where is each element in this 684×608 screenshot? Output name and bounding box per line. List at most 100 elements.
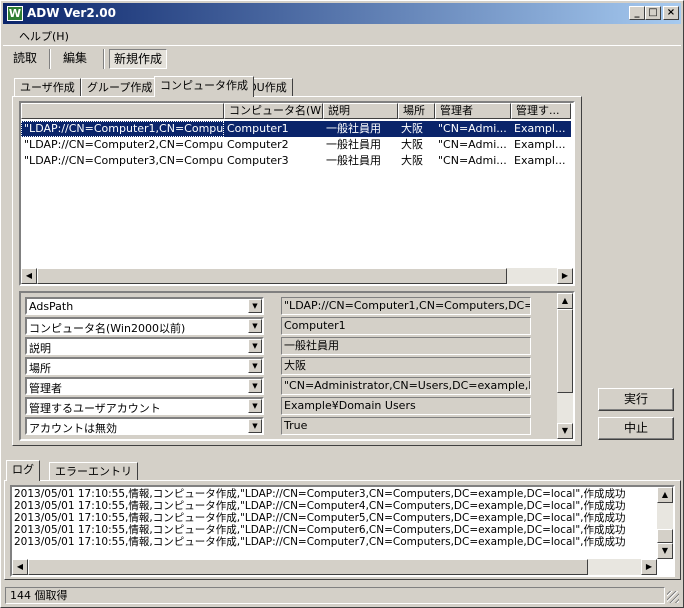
toolbar: 読取 編集 新規作成 xyxy=(3,45,681,71)
list-horizontal-scrollbar[interactable]: ◀ ▶ xyxy=(21,268,573,284)
column-header-description[interactable]: 説明 xyxy=(323,103,398,119)
log-panel: 2013/05/01 17:10:55,情報,コンピュータ作成,"LDAP://… xyxy=(4,480,681,580)
table-row[interactable]: "LDAP://CN=Computer3,CN=Compu... Compute… xyxy=(21,153,571,169)
column-header-managed-by[interactable]: 管理す... xyxy=(511,103,571,119)
field-select[interactable]: コンピュータ名(Win2000以前) ▼ xyxy=(25,317,264,335)
property-editor: AdsPath ▼ "LDAP://CN=Computer1,CN=Comput… xyxy=(19,291,575,441)
stop-button[interactable]: 中止 xyxy=(598,417,674,440)
edit-button[interactable]: 編集 xyxy=(59,49,91,69)
log-line: 2013/05/01 17:10:55,情報,コンピュータ作成,"LDAP://… xyxy=(14,512,626,524)
cell-location: 大阪 xyxy=(401,138,423,151)
cell-adspath: "LDAP://CN=Computer3,CN=Compu... xyxy=(24,154,224,167)
scroll-up-icon[interactable]: ▲ xyxy=(557,293,573,309)
app-icon: W xyxy=(7,6,23,21)
cell-managed-by: Exampl... xyxy=(514,122,566,135)
field-select-label: 管理するユーザアカウント xyxy=(29,402,161,415)
table-row[interactable]: "LDAP://CN=Computer2,CN=Compu... Compute… xyxy=(21,137,571,153)
field-select[interactable]: 説明 ▼ xyxy=(25,337,264,355)
tab-group-create[interactable]: グループ作成 xyxy=(81,78,159,97)
log-list[interactable]: 2013/05/01 17:10:55,情報,コンピュータ作成,"LDAP://… xyxy=(10,485,675,577)
toolbar-separator xyxy=(103,49,105,69)
cell-manager: "CN=Admi... xyxy=(438,154,507,167)
status-text: 144 個取得 xyxy=(5,587,665,604)
chevron-down-icon[interactable]: ▼ xyxy=(248,339,262,353)
field-select[interactable]: アカウントは無効 ▼ xyxy=(25,417,264,435)
chevron-down-icon[interactable]: ▼ xyxy=(248,399,262,413)
cell-adspath: "LDAP://CN=Computer2,CN=Compu... xyxy=(24,138,224,151)
scroll-down-icon[interactable]: ▼ xyxy=(557,423,573,439)
cell-description: 一般社員用 xyxy=(326,122,381,135)
scroll-thumb[interactable] xyxy=(657,529,673,543)
field-select[interactable]: AdsPath ▼ xyxy=(25,297,264,315)
log-horizontal-scrollbar[interactable]: ◀ ▶ xyxy=(12,559,657,575)
chevron-down-icon[interactable]: ▼ xyxy=(248,299,262,313)
tab-computer-create[interactable]: コンピュータ作成 xyxy=(154,76,254,97)
field-value[interactable]: "CN=Administrator,CN=Users,DC=example,DC… xyxy=(281,377,531,395)
field-value[interactable]: Example¥Domain Users xyxy=(281,397,531,415)
title-bar[interactable]: W ADW Ver2.00 _ □ × xyxy=(3,3,681,24)
field-select-label: アカウントは無効 xyxy=(29,422,117,435)
scroll-right-icon[interactable]: ▶ xyxy=(641,559,657,575)
scroll-down-icon[interactable]: ▼ xyxy=(657,543,673,559)
column-header-manager[interactable]: 管理者 xyxy=(435,103,511,119)
scroll-thumb[interactable] xyxy=(37,268,507,284)
field-select[interactable]: 管理するユーザアカウント ▼ xyxy=(25,397,264,415)
scroll-up-icon[interactable]: ▲ xyxy=(657,487,673,503)
minimize-button[interactable]: _ xyxy=(629,6,645,20)
maximize-button[interactable]: □ xyxy=(645,6,661,20)
main-window: W ADW Ver2.00 _ □ × ヘルプ(H) 読取 編集 新規作成 ユー… xyxy=(0,0,684,608)
column-header-computer-name[interactable]: コンピュータ名(Wi... xyxy=(224,103,323,119)
cell-managed-by: Exampl... xyxy=(514,154,566,167)
scroll-left-icon[interactable]: ◀ xyxy=(12,559,28,575)
cell-manager: "CN=Admi... xyxy=(438,122,507,135)
field-value[interactable]: Computer1 xyxy=(281,317,531,335)
column-header-location[interactable]: 場所 xyxy=(398,103,435,119)
scroll-thumb[interactable] xyxy=(28,559,588,575)
scroll-left-icon[interactable]: ◀ xyxy=(21,268,37,284)
field-value[interactable]: True xyxy=(281,417,531,435)
chevron-down-icon[interactable]: ▼ xyxy=(248,319,262,333)
tab-log[interactable]: ログ xyxy=(6,460,40,481)
window-title: ADW Ver2.00 xyxy=(27,6,116,20)
close-button[interactable]: × xyxy=(663,6,679,20)
tab-user-create[interactable]: ユーザ作成 xyxy=(14,78,81,97)
field-value[interactable]: "LDAP://CN=Computer1,CN=Computers,DC=exa xyxy=(281,297,531,315)
field-select[interactable]: 場所 ▼ xyxy=(25,357,264,375)
log-line: 2013/05/01 17:10:55,情報,コンピュータ作成,"LDAP://… xyxy=(14,536,626,548)
field-value[interactable]: 一般社員用 xyxy=(281,337,531,355)
log-vertical-scrollbar[interactable]: ▲ ▼ xyxy=(657,487,673,559)
log-line: 2013/05/01 17:10:55,情報,コンピュータ作成,"LDAP://… xyxy=(14,500,626,512)
resize-grip-icon[interactable] xyxy=(667,591,679,603)
log-line: 2013/05/01 17:10:55,情報,コンピュータ作成,"LDAP://… xyxy=(14,524,626,536)
property-vertical-scrollbar[interactable]: ▲ ▼ xyxy=(557,293,573,439)
status-bar: 144 個取得 xyxy=(3,585,681,605)
field-value[interactable]: 大阪 xyxy=(281,357,531,375)
menu-help[interactable]: ヘルプ(H) xyxy=(19,28,69,44)
cell-computer-name: Computer1 xyxy=(227,122,289,135)
field-select-label: AdsPath xyxy=(29,300,74,313)
chevron-down-icon[interactable]: ▼ xyxy=(248,379,262,393)
cell-manager: "CN=Admi... xyxy=(438,138,507,151)
cell-description: 一般社員用 xyxy=(326,154,381,167)
read-button[interactable]: 読取 xyxy=(9,49,41,69)
column-header-adspath[interactable] xyxy=(21,103,224,119)
cell-description: 一般社員用 xyxy=(326,138,381,151)
scroll-right-icon[interactable]: ▶ xyxy=(557,268,573,284)
chevron-down-icon[interactable]: ▼ xyxy=(248,359,262,373)
menu-bar: ヘルプ(H) xyxy=(3,25,681,44)
cell-managed-by: Exampl... xyxy=(514,138,566,151)
computer-list[interactable]: コンピュータ名(Wi... 説明 場所 管理者 管理す... "LDAP://C… xyxy=(19,101,575,286)
field-select[interactable]: 管理者 ▼ xyxy=(25,377,264,395)
scroll-thumb[interactable] xyxy=(557,309,573,393)
table-row[interactable]: "LDAP://CN=Computer1,CN=Compu... Compute… xyxy=(21,121,571,137)
field-select-label: 管理者 xyxy=(29,382,62,395)
chevron-down-icon[interactable]: ▼ xyxy=(248,419,262,433)
log-line: 2013/05/01 17:10:55,情報,コンピュータ作成,"LDAP://… xyxy=(14,488,626,500)
new-button[interactable]: 新規作成 xyxy=(109,49,168,69)
tab-error-entry[interactable]: エラーエントリ xyxy=(49,462,138,481)
toolbar-separator xyxy=(49,49,51,69)
cell-computer-name: Computer2 xyxy=(227,138,289,151)
cell-adspath: "LDAP://CN=Computer1,CN=Compu... xyxy=(21,121,224,137)
field-select-label: 説明 xyxy=(29,342,51,355)
run-button[interactable]: 実行 xyxy=(598,388,674,411)
